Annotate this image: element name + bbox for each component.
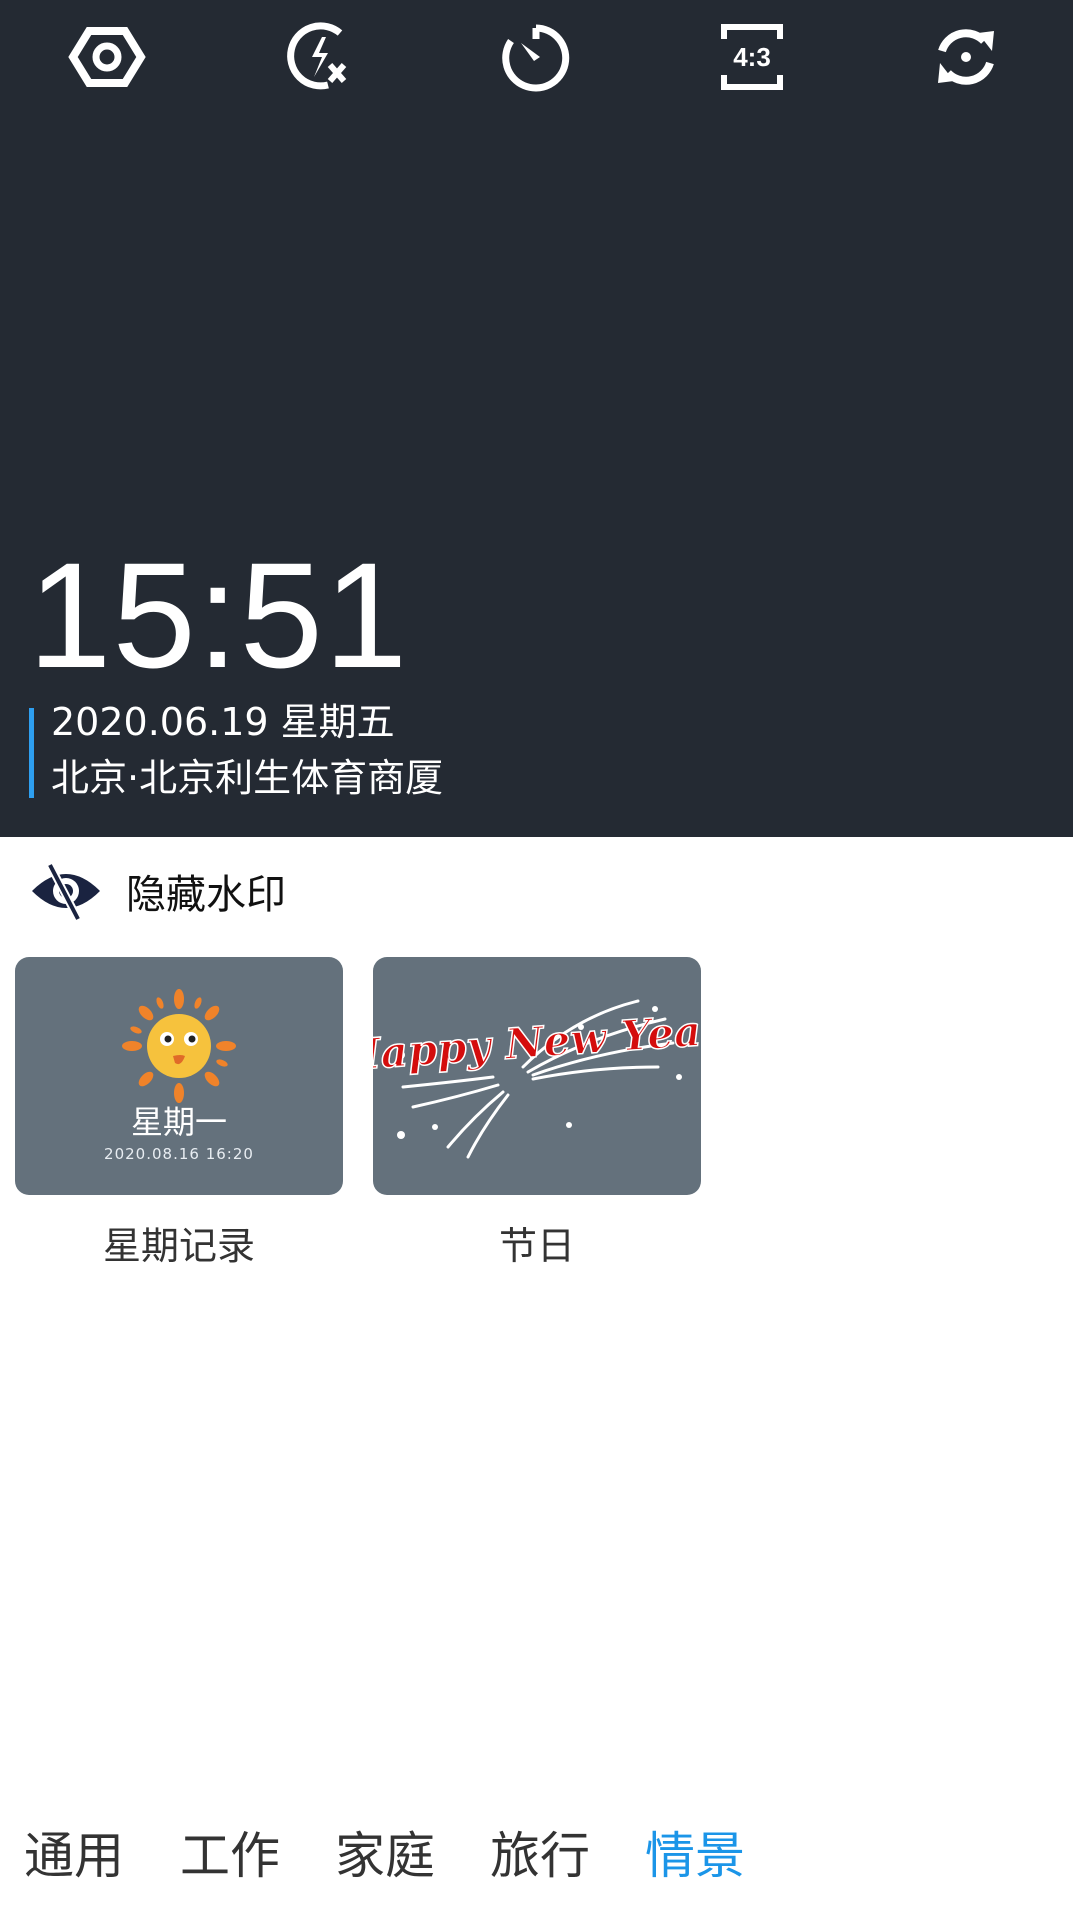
tab-scene[interactable]: 情景 (645, 1820, 745, 1892)
template-card-weekday[interactable]: 星期一 2020.08.16 16:20 (15, 957, 343, 1195)
camera-viewfinder[interactable]: 4:3 15:51 2020.06.19 星期五 北京·北京利生体育商厦 (0, 0, 1073, 837)
tab-work[interactable]: 工作 (180, 1820, 280, 1892)
switch-camera-icon (938, 29, 994, 85)
timer-button[interactable] (494, 18, 578, 96)
template-title-weekday: 星期记录 (102, 1224, 255, 1268)
flash-off-icon (287, 22, 347, 90)
tab-travel[interactable]: 旅行 (490, 1820, 590, 1892)
watermark-location: 北京·北京利生体育商厦 (51, 756, 444, 800)
template-title-holiday: 节日 (498, 1224, 575, 1268)
hide-watermark-label: 隐藏水印 (126, 872, 286, 918)
preview-holiday-text: Happy New Year (373, 1005, 701, 1081)
camera-toolbar: 4:3 (0, 0, 1073, 115)
preview-datetime: 2020.08.16 16:20 (104, 1145, 254, 1163)
flash-off-button[interactable] (280, 18, 364, 96)
category-tabs: 通用 工作 家庭 旅行 情景 (0, 1820, 1073, 1892)
switch-camera-button[interactable] (924, 18, 1008, 96)
timer-icon (502, 24, 570, 92)
tab-general[interactable]: 通用 (24, 1820, 124, 1892)
tab-family[interactable]: 家庭 (335, 1820, 435, 1892)
preview-weekday: 星期一 (130, 1103, 227, 1141)
svg-text:4:3: 4:3 (733, 42, 771, 72)
settings-button[interactable] (65, 18, 149, 96)
aspect-ratio-button[interactable]: 4:3 (710, 18, 794, 96)
watermark-date: 2020.06.19 星期五 (51, 700, 395, 744)
fireworks-icon: Happy New Year (373, 999, 701, 1159)
watermark-accent-bar (29, 708, 34, 798)
watermark-time: 15:51 (28, 531, 409, 699)
aspect-ratio-icon: 4:3 (721, 24, 783, 90)
settings-icon (68, 27, 146, 87)
hide-watermark-button[interactable]: 隐藏水印 (28, 860, 286, 922)
eye-off-icon (32, 863, 100, 921)
template-card-holiday[interactable]: Happy New Year (373, 957, 701, 1195)
